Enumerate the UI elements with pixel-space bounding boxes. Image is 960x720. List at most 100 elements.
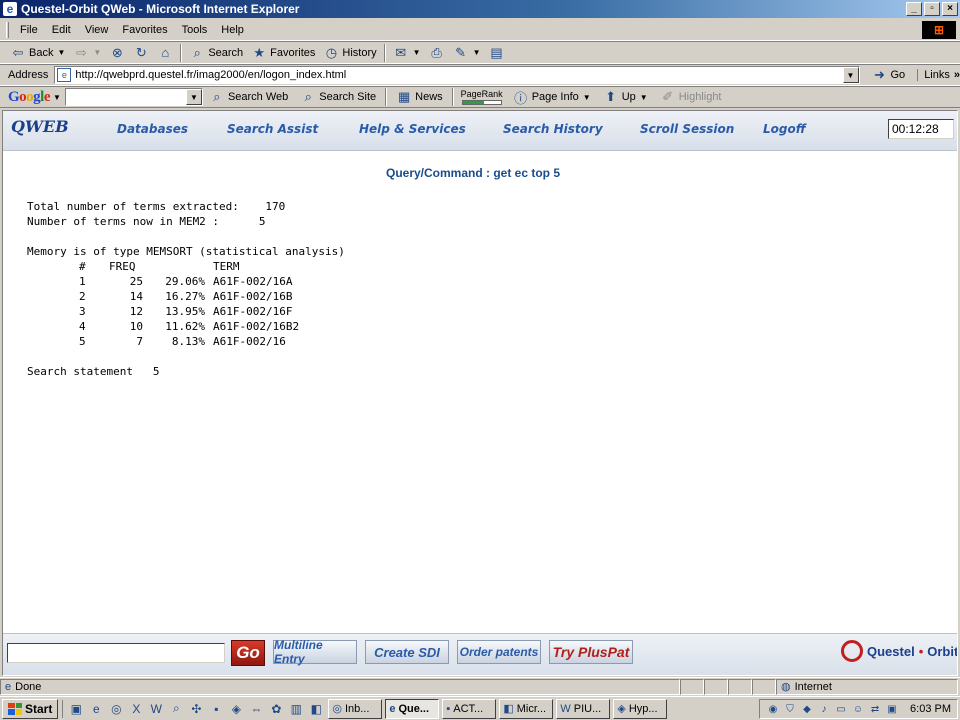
- back-dropdown-icon[interactable]: ▼: [57, 48, 65, 57]
- back-button[interactable]: ⇦ Back ▼: [6, 43, 69, 63]
- security-icon[interactable]: ◆: [800, 702, 814, 716]
- up-dropdown-icon[interactable]: ▼: [640, 93, 648, 102]
- google-menu-dropdown-icon[interactable]: ▼: [53, 93, 61, 102]
- menu-file[interactable]: File: [13, 24, 45, 36]
- app-launch-icon[interactable]: ✿: [267, 700, 285, 718]
- toolbar-grip[interactable]: [6, 21, 9, 38]
- try-pluspat-button[interactable]: Try PlusPat: [549, 640, 633, 664]
- taskbar-item-questel[interactable]: e Que...: [385, 698, 440, 719]
- mail-button[interactable]: ✉ ▼: [389, 43, 425, 63]
- nav-search-history[interactable]: Search History: [503, 122, 603, 136]
- display-icon[interactable]: ▭: [834, 702, 848, 716]
- messenger-icon[interactable]: ☺: [851, 702, 865, 716]
- news-button[interactable]: ▦ News: [390, 89, 449, 105]
- status-text: Done: [15, 680, 42, 693]
- up-button[interactable]: ⬆ Up ▼: [597, 89, 654, 105]
- explorer-launch-icon[interactable]: ⌕: [167, 700, 185, 718]
- page-viewport: QWEB Databases Search Assist Help & Serv…: [2, 110, 958, 676]
- forward-arrow-icon: ⇨: [75, 44, 87, 60]
- menu-bar: File Edit View Favorites Tools Help: [0, 19, 960, 41]
- app-launch-icon[interactable]: ◈: [227, 700, 245, 718]
- order-patents-button[interactable]: Order patents: [457, 640, 541, 664]
- volume-icon[interactable]: ♪: [817, 702, 831, 716]
- menu-favorites[interactable]: Favorites: [115, 24, 174, 36]
- word-launch-icon[interactable]: W: [147, 700, 165, 718]
- links-button[interactable]: Links»: [917, 69, 960, 81]
- nav-databases[interactable]: Databases: [117, 122, 188, 136]
- qweb-logo[interactable]: QWEB: [11, 117, 69, 136]
- create-sdi-button[interactable]: Create SDI: [365, 640, 449, 664]
- highlight-label: Highlight: [678, 91, 722, 103]
- minimize-button[interactable]: _: [906, 2, 922, 16]
- command-go-button[interactable]: Go: [231, 640, 265, 666]
- close-button[interactable]: ×: [942, 2, 958, 16]
- nav-logoff[interactable]: Logoff: [763, 122, 806, 136]
- highlight-button[interactable]: ✐ Highlight: [654, 89, 728, 105]
- address-dropdown-icon[interactable]: ▼: [842, 67, 859, 83]
- favorites-button[interactable]: ★ Favorites: [247, 43, 319, 63]
- page-info-button[interactable]: ⓘ Page Info ▼: [507, 89, 597, 106]
- menu-view[interactable]: View: [78, 24, 116, 36]
- terminal-launch-icon[interactable]: ▪: [207, 700, 225, 718]
- edit-dropdown-icon[interactable]: ▼: [473, 48, 481, 57]
- nav-search-assist[interactable]: Search Assist: [227, 122, 318, 136]
- menu-tools[interactable]: Tools: [175, 24, 215, 36]
- clock[interactable]: 6:03 PM: [910, 703, 951, 715]
- taskbar-item-hyp[interactable]: ◈ Hyp...: [613, 698, 668, 719]
- maximize-button[interactable]: ▫: [924, 2, 940, 16]
- mail-dropdown-icon[interactable]: ▼: [413, 48, 421, 57]
- menu-edit[interactable]: Edit: [45, 24, 78, 36]
- command-input[interactable]: [7, 643, 225, 663]
- window-title: Questel-Orbit QWeb - Microsoft Internet …: [21, 2, 300, 16]
- google-search-dropdown-icon[interactable]: ▼: [185, 89, 202, 105]
- go-button[interactable]: ➜ Go: [866, 67, 912, 83]
- app-launch-icon[interactable]: ✣: [187, 700, 205, 718]
- start-button[interactable]: Start: [2, 698, 59, 719]
- print-icon: ⎙: [431, 44, 442, 60]
- print-button[interactable]: ⎙: [425, 43, 449, 63]
- pagerank-bar: [461, 99, 502, 105]
- taskbar-item-micr[interactable]: ◧ Micr...: [499, 698, 554, 719]
- refresh-button[interactable]: ↻: [129, 43, 153, 63]
- app-launch-icon[interactable]: ⇔: [247, 700, 265, 718]
- search-web-button[interactable]: ⌕ Search Web: [203, 89, 294, 105]
- forward-button[interactable]: ⇨ ▼: [69, 43, 105, 63]
- multiline-entry-button[interactable]: Multiline Entry: [273, 638, 357, 666]
- app-launch-icon[interactable]: ▥: [287, 700, 305, 718]
- stop-button[interactable]: ⊗: [105, 43, 129, 63]
- taskbar-item-piu[interactable]: W PIU...: [556, 698, 611, 719]
- page-info-dropdown-icon[interactable]: ▼: [583, 93, 591, 102]
- questel-orbit-logo[interactable]: Questel • Orbit: [841, 640, 957, 662]
- google-search-input[interactable]: ▼: [64, 88, 203, 106]
- search-button[interactable]: ⌕ Search: [185, 43, 247, 63]
- window-title-bar[interactable]: e Questel-Orbit QWeb - Microsoft Interne…: [0, 0, 960, 18]
- questel-orbit-icon: [841, 640, 863, 662]
- excel-launch-icon[interactable]: X: [127, 700, 145, 718]
- discuss-button[interactable]: ▤: [485, 43, 509, 63]
- ie-launch-icon[interactable]: e: [87, 700, 105, 718]
- app-tray-icon[interactable]: ▣: [885, 702, 899, 716]
- shield-icon[interactable]: ⛉: [783, 702, 797, 716]
- app-icon: ◈: [617, 703, 626, 715]
- forward-dropdown-icon[interactable]: ▼: [93, 48, 101, 57]
- back-arrow-icon: ⇦: [12, 44, 24, 60]
- pagerank-indicator[interactable]: PageRank: [461, 89, 503, 105]
- sync-icon[interactable]: ⇄: [868, 702, 882, 716]
- menu-help[interactable]: Help: [214, 24, 251, 36]
- google-logo[interactable]: Google: [8, 89, 51, 106]
- nav-scroll-session[interactable]: Scroll Session: [640, 122, 734, 136]
- taskbar-item-act[interactable]: ▪ ACT...: [442, 698, 497, 719]
- history-button[interactable]: ◷ History: [319, 43, 380, 63]
- home-button[interactable]: ⌂: [153, 43, 177, 63]
- address-input[interactable]: e http://qwebprd.questel.fr/imag2000/en/…: [54, 66, 860, 84]
- show-desktop-icon[interactable]: ▣: [67, 700, 85, 718]
- table-row: 2 14 16.27% A61F-002/16B: [79, 290, 293, 303]
- edit-button[interactable]: ✎ ▼: [449, 43, 485, 63]
- command-bar: Go Multiline Entry Create SDI Order pate…: [3, 633, 957, 675]
- taskbar-item-inbox[interactable]: ◎ Inb...: [328, 698, 383, 719]
- nav-help-services[interactable]: Help & Services: [359, 122, 466, 136]
- search-site-button[interactable]: ⌕ Search Site: [294, 89, 382, 105]
- network-icon[interactable]: ◉: [766, 702, 780, 716]
- app-launch-icon[interactable]: ◧: [307, 700, 325, 718]
- outlook-launch-icon[interactable]: ◎: [107, 700, 125, 718]
